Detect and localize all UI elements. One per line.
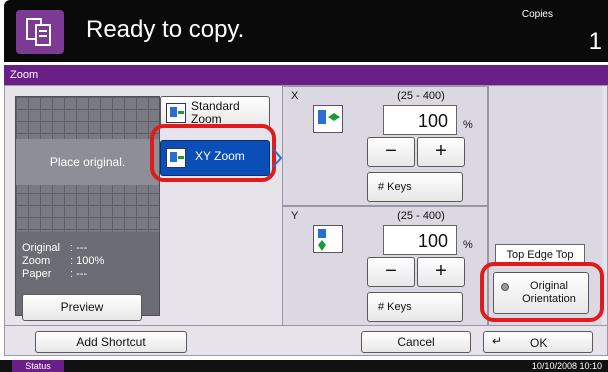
x-numeric-keys-button[interactable]: # Keys: [367, 172, 463, 202]
standard-zoom-icon: [166, 103, 186, 123]
title-bar: Ready to copy. Copies 1: [4, 0, 608, 62]
y-zoom-icon: [313, 225, 343, 253]
preview-button[interactable]: Preview: [22, 294, 142, 321]
xy-zoom-icon: [166, 148, 186, 168]
add-shortcut-button[interactable]: Add Shortcut: [35, 331, 187, 353]
ok-button[interactable]: ↵ OK: [483, 331, 593, 353]
y-increase-button[interactable]: +: [417, 257, 465, 287]
place-original-message: Place original.: [16, 139, 159, 185]
y-range-label: (25 - 400): [397, 210, 445, 222]
datetime: 10/10/2008 10:10: [531, 361, 602, 371]
copies-count: 1: [588, 28, 602, 55]
x-decrease-button[interactable]: −: [367, 137, 415, 167]
preview-area: Place original. Original: --- Zoom: 100%…: [15, 96, 160, 316]
enter-icon: ↵: [492, 334, 503, 348]
y-decrease-button[interactable]: −: [367, 257, 415, 287]
page-title: Ready to copy.: [86, 16, 245, 43]
x-axis-label: X: [291, 90, 299, 102]
highlight-ring-orientation: [480, 262, 604, 322]
panel-header: Zoom: [4, 65, 608, 85]
original-info: Original: ---: [22, 242, 88, 254]
status-button[interactable]: Status: [12, 360, 64, 372]
x-axis-panel: X (25 - 400) 100 % − + # Keys: [282, 86, 488, 206]
x-increase-button[interactable]: +: [417, 137, 465, 167]
cancel-button[interactable]: Cancel: [361, 331, 471, 353]
y-axis-panel: Y (25 - 400) 100 % − + # Keys: [282, 206, 488, 326]
x-percent-unit: %: [463, 119, 473, 131]
copy-mode-icon: [16, 10, 64, 54]
zoom-info: Zoom: 100%: [22, 255, 105, 267]
xy-zoom-button[interactable]: XY Zoom: [160, 140, 270, 176]
y-axis-label: Y: [291, 210, 299, 222]
paper-info: Paper: ---: [22, 268, 88, 280]
y-percent-unit: %: [463, 239, 473, 251]
status-bar: Status 10/10/2008 10:10: [0, 360, 608, 372]
x-zoom-icon: [313, 105, 343, 133]
x-zoom-value[interactable]: 100: [383, 105, 457, 135]
chevron-right-icon: [272, 148, 282, 168]
footer-bar: Add Shortcut Cancel ↵ OK: [4, 326, 608, 356]
y-numeric-keys-button[interactable]: # Keys: [367, 292, 463, 322]
copies-label: Copies: [521, 9, 553, 20]
y-zoom-value[interactable]: 100: [383, 225, 457, 255]
x-range-label: (25 - 400): [397, 90, 445, 102]
